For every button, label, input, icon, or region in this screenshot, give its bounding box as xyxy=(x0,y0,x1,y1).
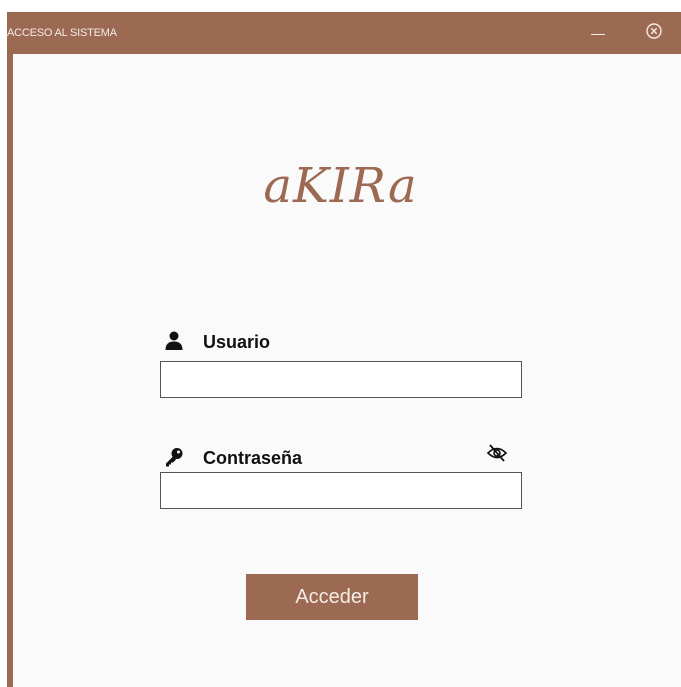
window-title: ACCESO AL SISTEMA xyxy=(7,27,117,39)
close-button[interactable] xyxy=(639,17,669,47)
minimize-button[interactable] xyxy=(584,17,614,47)
minimize-icon xyxy=(591,34,605,35)
username-input[interactable] xyxy=(160,361,522,398)
password-input[interactable] xyxy=(160,472,522,509)
password-label: Contraseña xyxy=(203,448,303,468)
user-icon xyxy=(163,330,185,352)
close-icon xyxy=(646,23,662,39)
title-bar[interactable]: ACCESO AL SISTEMA xyxy=(7,12,681,54)
window-left-border xyxy=(7,12,13,687)
key-icon xyxy=(163,446,185,468)
brand-logo: aKIRa xyxy=(263,158,418,214)
eye-off-icon[interactable] xyxy=(486,442,508,464)
username-label: Usuario xyxy=(203,332,271,352)
login-button[interactable]: Acceder xyxy=(246,574,418,620)
